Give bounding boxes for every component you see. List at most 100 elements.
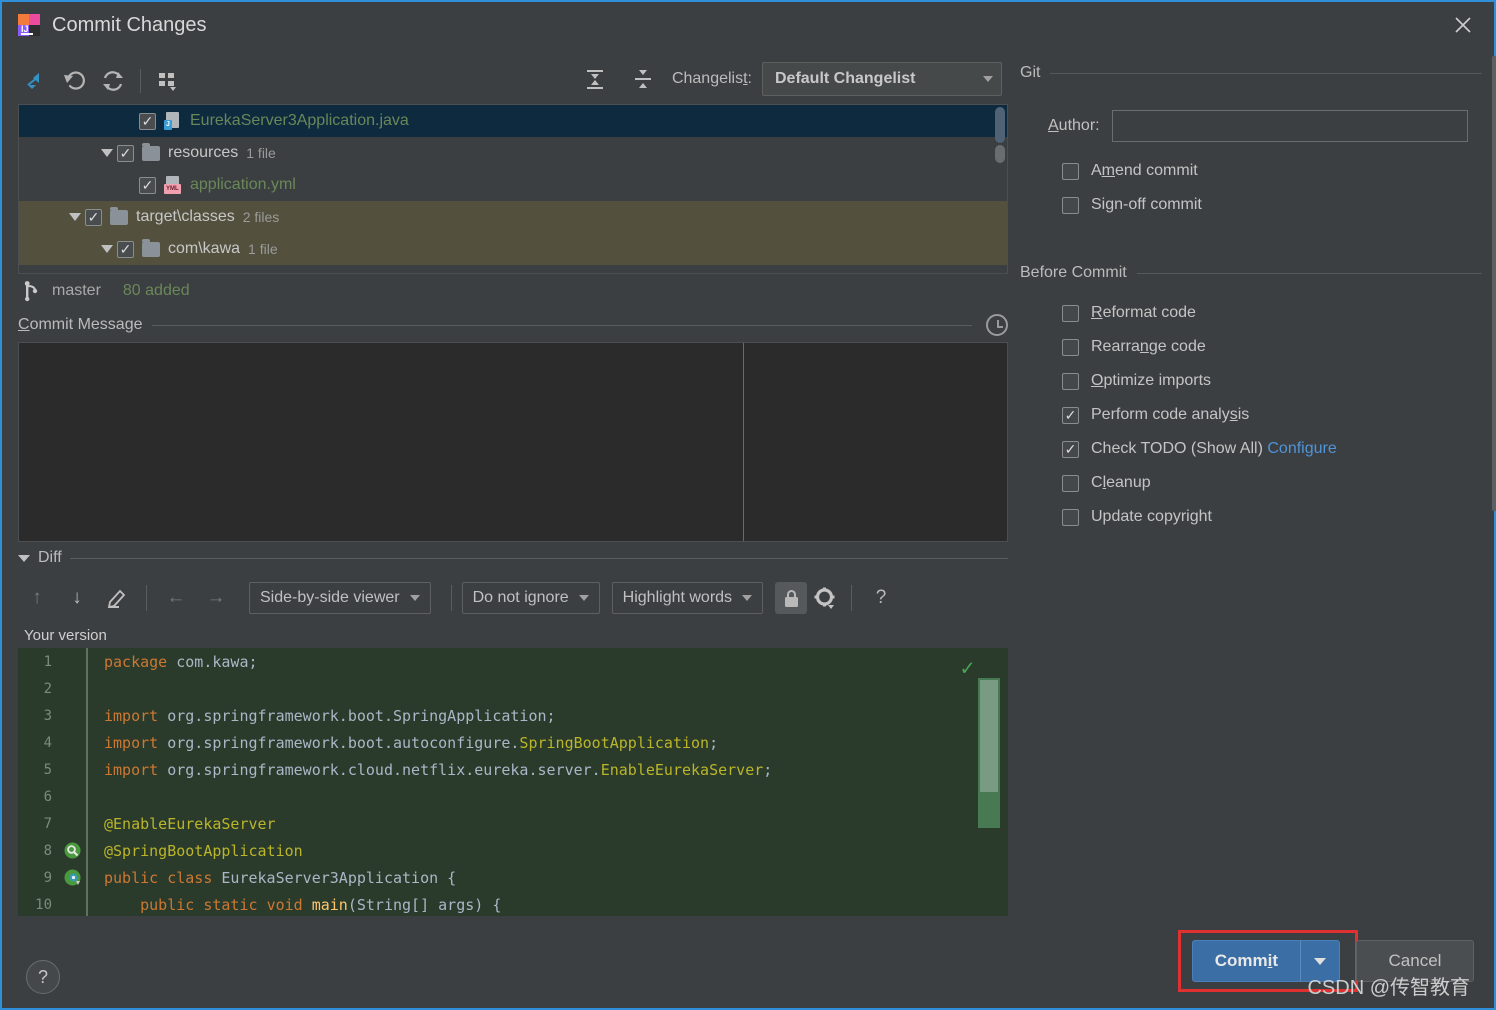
title-bar: IJ Commit Changes bbox=[2, 2, 1494, 48]
row-checkbox[interactable] bbox=[117, 145, 134, 162]
change-marker bbox=[86, 648, 88, 675]
rollback-icon[interactable] bbox=[56, 64, 94, 98]
whitespace-mode-dropdown[interactable]: Do not ignore bbox=[462, 582, 600, 614]
cleanup-checkbox[interactable] bbox=[1062, 475, 1079, 492]
chevron-down-icon bbox=[742, 595, 752, 601]
rearrange-code-checkbox-row[interactable]: Rearrange code bbox=[1020, 330, 1482, 364]
row-checkbox[interactable] bbox=[139, 113, 156, 130]
change-marker bbox=[86, 837, 88, 864]
collapse-to-selection-icon[interactable] bbox=[18, 64, 56, 98]
sign-off-commit-checkbox[interactable] bbox=[1062, 197, 1079, 214]
accept-left-icon[interactable]: ← bbox=[157, 581, 195, 615]
row-checkbox[interactable] bbox=[117, 241, 134, 258]
tree-scrollbar-track[interactable] bbox=[995, 145, 1005, 163]
reformat-code-checkbox[interactable] bbox=[1062, 305, 1079, 322]
perform-code-analysis-checkbox-row[interactable]: Perform code analysis bbox=[1020, 398, 1482, 432]
line-number: 3 bbox=[18, 708, 58, 724]
change-marker bbox=[86, 864, 88, 891]
check-todo-checkbox[interactable] bbox=[1062, 441, 1079, 458]
update-copyright-checkbox[interactable] bbox=[1062, 509, 1079, 526]
cleanup-label: Cleanup bbox=[1091, 474, 1151, 492]
chevron-down-icon bbox=[579, 595, 589, 601]
expand-all-icon[interactable] bbox=[576, 62, 614, 96]
line-number: 2 bbox=[18, 681, 58, 697]
code-line: 8@SpringBootApplication bbox=[18, 837, 1008, 864]
table-row[interactable]: YML application.yml bbox=[19, 169, 1007, 201]
row-checkbox[interactable] bbox=[139, 177, 156, 194]
changelist-dropdown[interactable]: Default Changelist bbox=[762, 62, 1002, 96]
branch-icon bbox=[22, 280, 42, 302]
code-lines: 1package com.kawa;23import org.springfra… bbox=[18, 648, 1008, 916]
amend-commit-checkbox[interactable] bbox=[1062, 163, 1079, 180]
question-mark-icon[interactable]: ? bbox=[26, 960, 60, 994]
diff-toolbar: ↑ ↓ ← → Side-by-side viewer Do not ignor… bbox=[18, 574, 1008, 622]
expand-arrow-icon[interactable] bbox=[65, 213, 85, 221]
question-mark-icon[interactable]: ? bbox=[862, 581, 900, 615]
table-row[interactable]: J EurekaServer3Application.java bbox=[19, 105, 1007, 137]
before-commit-options: Reformat code Rearrange code Optimize im… bbox=[1020, 288, 1482, 534]
cancel-button[interactable]: Cancel bbox=[1356, 940, 1474, 982]
highlight-mode-dropdown[interactable]: Highlight words bbox=[612, 582, 763, 614]
expand-arrow-icon[interactable] bbox=[97, 149, 117, 157]
accept-right-icon[interactable]: → bbox=[197, 581, 235, 615]
diff-editor[interactable]: 1package com.kawa;23import org.springfra… bbox=[18, 648, 1008, 916]
line-number: 7 bbox=[18, 816, 58, 832]
expand-arrow-icon[interactable] bbox=[97, 245, 117, 253]
check-todo-label: Check TODO (Show All) Configure bbox=[1091, 440, 1337, 458]
row-checkbox[interactable] bbox=[85, 209, 102, 226]
right-panel-scrollbar[interactable] bbox=[1492, 56, 1496, 511]
diff-section-header: Diff bbox=[18, 542, 1008, 574]
optimize-imports-label: Optimize imports bbox=[1091, 372, 1211, 390]
next-difference-icon[interactable]: ↓ bbox=[58, 581, 96, 615]
before-commit-group-header: Before Commit bbox=[1020, 258, 1482, 288]
refresh-icon[interactable] bbox=[94, 64, 132, 98]
cleanup-checkbox-row[interactable]: Cleanup bbox=[1020, 466, 1482, 500]
edit-icon[interactable] bbox=[98, 581, 136, 615]
line-number: 8 bbox=[18, 843, 58, 859]
changes-tree[interactable]: J EurekaServer3Application.java resource… bbox=[18, 104, 1008, 274]
viewer-mode-dropdown[interactable]: Side-by-side viewer bbox=[249, 582, 431, 614]
reformat-code-checkbox-row[interactable]: Reformat code bbox=[1020, 296, 1482, 330]
code-text: public class EurekaServer3Application { bbox=[104, 869, 456, 887]
bean-icon[interactable] bbox=[58, 842, 86, 859]
changelist-label: Changelist: bbox=[672, 70, 752, 88]
run-icon[interactable] bbox=[58, 869, 86, 886]
chevron-down-icon[interactable] bbox=[1301, 941, 1339, 981]
check-todo-checkbox-row[interactable]: Check TODO (Show All) Configure bbox=[1020, 432, 1482, 466]
author-field[interactable] bbox=[1112, 110, 1468, 142]
amend-commit-checkbox-row[interactable]: Amend commit bbox=[1020, 154, 1482, 188]
commit-message-input[interactable] bbox=[18, 342, 1008, 542]
line-number: 4 bbox=[18, 735, 58, 751]
commit-message-header: Commit Message bbox=[18, 308, 1008, 342]
table-row[interactable]: com\kawa 1 file bbox=[19, 233, 1007, 265]
line-number: 10 bbox=[18, 897, 58, 913]
intellij-idea-icon: IJ bbox=[18, 14, 40, 36]
commit-message-title: Commit Message bbox=[18, 316, 142, 334]
row-label: com\kawa bbox=[168, 240, 240, 258]
optimize-imports-checkbox-row[interactable]: Optimize imports bbox=[1020, 364, 1482, 398]
optimize-imports-checkbox[interactable] bbox=[1062, 373, 1079, 390]
table-row[interactable]: resources 1 file bbox=[19, 137, 1007, 169]
previous-difference-icon[interactable]: ↑ bbox=[18, 581, 56, 615]
commit-button[interactable]: Commit bbox=[1192, 940, 1340, 982]
rearrange-code-checkbox[interactable] bbox=[1062, 339, 1079, 356]
code-text: @EnableEurekaServer bbox=[104, 815, 276, 833]
sign-off-commit-checkbox-row[interactable]: Sign-off commit bbox=[1020, 188, 1482, 222]
lock-icon[interactable] bbox=[775, 582, 807, 614]
update-copyright-checkbox-row[interactable]: Update copyright bbox=[1020, 500, 1482, 534]
toolbar-divider bbox=[851, 585, 852, 611]
perform-code-analysis-checkbox[interactable] bbox=[1062, 407, 1079, 424]
close-icon[interactable] bbox=[1448, 10, 1478, 40]
table-row[interactable]: target\classes 2 files bbox=[19, 201, 1007, 233]
configure-link[interactable]: Configure bbox=[1267, 440, 1336, 457]
tree-scrollbar[interactable] bbox=[995, 107, 1005, 143]
yml-file-icon: YML bbox=[164, 176, 182, 194]
editor-scrollbar-thumb[interactable] bbox=[980, 680, 998, 792]
group-by-icon[interactable] bbox=[149, 64, 187, 98]
perform-code-analysis-label: Perform code analysis bbox=[1091, 406, 1249, 424]
collapse-all-icon[interactable] bbox=[624, 62, 662, 96]
gear-icon[interactable] bbox=[809, 582, 841, 614]
code-line: 5import org.springframework.cloud.netfli… bbox=[18, 756, 1008, 783]
clock-icon[interactable] bbox=[986, 314, 1008, 336]
chevron-down-icon[interactable] bbox=[18, 555, 30, 562]
